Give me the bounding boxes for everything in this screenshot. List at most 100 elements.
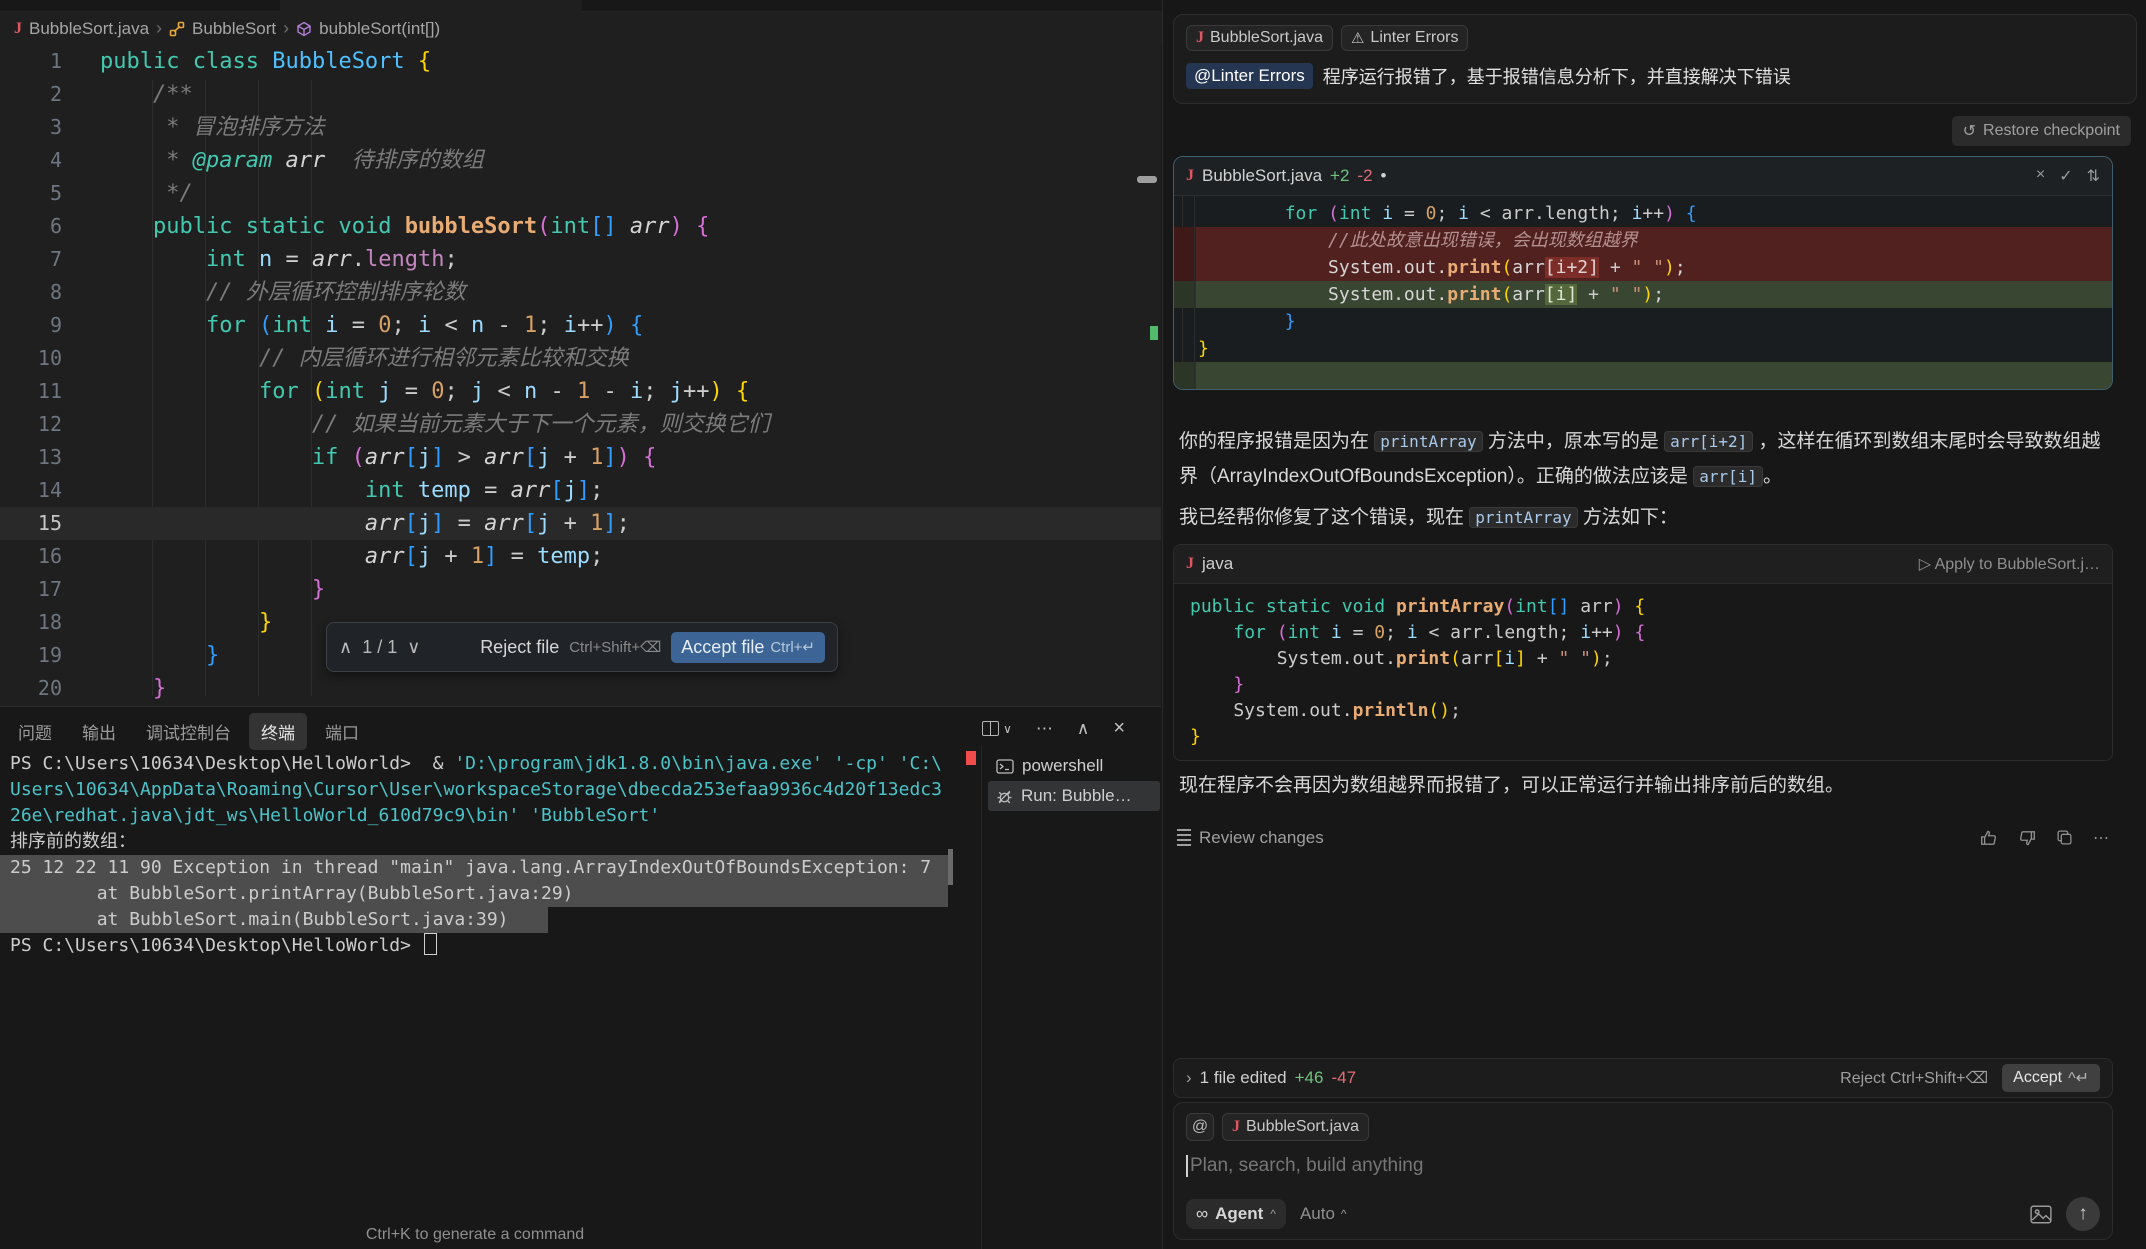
terminal-list[interactable]: powershell Run: Bubble… xyxy=(988,751,1160,811)
panel-tab-终端[interactable]: 终端 xyxy=(249,713,307,750)
linter-chip-label: Linter Errors xyxy=(1370,29,1458,47)
terminal-line[interactable]: 26e\redhat.java\jdt_ws\HelloWorld_610d79… xyxy=(0,803,958,829)
class-icon xyxy=(169,21,185,37)
code-editor[interactable]: 1public class BubbleSort {2 /**3 * 冒泡排序方… xyxy=(0,45,1161,706)
add-context-button[interactable]: @ xyxy=(1186,1113,1214,1141)
terminal-line[interactable]: 排序前的数组： xyxy=(0,829,958,855)
editor-line[interactable]: 10 // 内层循环进行相邻元素比较和交换 xyxy=(0,342,1161,375)
editor-line[interactable]: 3 * 冒泡排序方法 xyxy=(0,111,1161,144)
breadcrumb[interactable]: J BubbleSort.java › BubbleSort › bubbleS… xyxy=(0,12,1175,45)
breadcrumb-method[interactable]: bubbleSort(int[]) xyxy=(319,19,440,39)
agent-mode-selector[interactable]: ∞ Agent ^ xyxy=(1186,1199,1286,1229)
next-diff-icon[interactable]: ∨ xyxy=(407,637,420,658)
prev-diff-icon[interactable]: ∧ xyxy=(339,637,352,658)
chatcode-line: for (int i = 0; i < arr.length; i++) { xyxy=(1174,620,2112,646)
restore-checkpoint-button[interactable]: ↺ Restore checkpoint xyxy=(1952,116,2131,146)
editor-line[interactable]: 1public class BubbleSort { xyxy=(0,45,1161,78)
panel-tabs[interactable]: 问题输出调试控制台终端端口 xyxy=(6,713,371,750)
thumbs-down-icon[interactable] xyxy=(2018,829,2036,847)
context-file-label: BubbleSort.java xyxy=(1246,1118,1359,1136)
editor-line[interactable]: 14 int temp = arr[j]; xyxy=(0,474,1161,507)
composer-placeholder[interactable]: Plan, search, build anything xyxy=(1190,1155,1423,1177)
terminal-output[interactable]: PS C:\Users\10634\Desktop\HelloWorld> & … xyxy=(0,751,958,959)
scrollbar-thumb[interactable] xyxy=(1137,176,1157,183)
linter-errors-chip[interactable]: ⚠ Linter Errors xyxy=(1341,25,1468,51)
accept-all-button[interactable]: Accept ^↵ xyxy=(2002,1064,2100,1092)
breadcrumb-class[interactable]: BubbleSort xyxy=(192,19,276,39)
breadcrumb-file[interactable]: BubbleSort.java xyxy=(29,19,149,39)
editor-line[interactable]: 12 // 如果当前元素大于下一个元素，则交换它们 xyxy=(0,408,1161,441)
method-icon xyxy=(296,21,312,37)
editor-line[interactable]: 6 public static void bubbleSort(int[] ar… xyxy=(0,210,1161,243)
editor-line[interactable]: 16 arr[j + 1] = temp; xyxy=(0,540,1161,573)
send-button[interactable]: ↑ xyxy=(2066,1197,2100,1231)
code-card-lines: public static void printArray(int[] arr)… xyxy=(1174,584,2112,760)
accept-shortcut: Ctrl+↵ xyxy=(770,638,815,656)
accept-file-label: Accept file xyxy=(681,637,764,658)
attach-image-icon[interactable] xyxy=(2030,1205,2052,1224)
editor-line[interactable]: 15 arr[j] = arr[j + 1]; xyxy=(0,507,1161,540)
line-number: 8 xyxy=(0,276,62,309)
diff-card: J BubbleSort.java +2 -2 • × ✓ ⇅ for (int… xyxy=(1173,156,2113,390)
diff-line: } xyxy=(1174,308,2112,335)
editor-line[interactable]: 7 int n = arr.length; xyxy=(0,243,1161,276)
panel-tab-问题[interactable]: 问题 xyxy=(6,713,64,750)
terminal-item-run[interactable]: Run: Bubble… xyxy=(988,781,1160,811)
more-options-icon[interactable]: ⋯ xyxy=(2093,828,2109,848)
accept-file-button[interactable]: Accept file Ctrl+↵ xyxy=(671,632,825,663)
editor-line[interactable]: 5 */ xyxy=(0,177,1161,210)
panel-tab-端口[interactable]: 端口 xyxy=(313,713,371,750)
editor-line[interactable]: 2 /** xyxy=(0,78,1161,111)
editor-line[interactable]: 17 } xyxy=(0,573,1161,606)
review-changes-button[interactable]: Review changes xyxy=(1177,826,1324,849)
terminal-line[interactable]: at BubbleSort.main(BubbleSort.java:39) xyxy=(0,907,958,933)
terminal-line[interactable]: PS C:\Users\10634\Desktop\HelloWorld> xyxy=(0,933,958,959)
context-file-chip[interactable]: J BubbleSort.java xyxy=(1222,1113,1369,1141)
files-edited-bar: › 1 file edited +46 -47 Reject Ctrl+Shif… xyxy=(1173,1058,2113,1098)
editor-tab-strip[interactable] xyxy=(0,0,1161,12)
editor-line[interactable]: 20 } xyxy=(0,672,1161,705)
accept-shortcut: ^↵ xyxy=(2068,1068,2089,1088)
diff-line: System.out.print(arr[i] + " "); xyxy=(1174,281,2112,308)
reject-diff-icon[interactable]: × xyxy=(2036,166,2045,186)
expand-chevron-icon[interactable]: › xyxy=(1186,1068,1192,1088)
code-lines[interactable]: 1public class BubbleSort {2 /**3 * 冒泡排序方… xyxy=(0,45,1161,705)
java-file-icon: J xyxy=(1186,555,1194,573)
split-terminal-button[interactable]: ∨ xyxy=(982,721,1012,736)
terminal-scrollbar[interactable] xyxy=(948,849,953,885)
editor-line[interactable]: 9 for (int i = 0; i < n - 1; i++) { xyxy=(0,309,1161,342)
file-chip[interactable]: J BubbleSort.java xyxy=(1186,25,1333,51)
copy-icon[interactable] xyxy=(2056,829,2073,846)
review-changes-label: Review changes xyxy=(1199,828,1324,848)
chat-composer[interactable]: @ J BubbleSort.java Plan, search, build … xyxy=(1173,1102,2113,1240)
more-actions-icon[interactable]: ⋯ xyxy=(1036,719,1053,739)
editor-line[interactable]: 8 // 外层循环控制排序轮数 xyxy=(0,276,1161,309)
diff-card-header[interactable]: J BubbleSort.java +2 -2 • × ✓ ⇅ xyxy=(1174,157,2112,196)
editor-line[interactable]: 11 for (int j = 0; j < n - 1 - i; j++) { xyxy=(0,375,1161,408)
expand-diff-icon[interactable]: ⇅ xyxy=(2087,166,2100,186)
terminal-line[interactable]: Users\10634\AppData\Roaming\Cursor\User\… xyxy=(0,777,958,803)
panel-tab-调试控制台[interactable]: 调试控制台 xyxy=(134,713,243,750)
maximize-panel-icon[interactable]: ∧ xyxy=(1077,719,1089,739)
terminal-item-label: Run: Bubble… xyxy=(1021,786,1132,806)
accept-diff-icon[interactable]: ✓ xyxy=(2059,166,2072,186)
terminal-line[interactable]: at BubbleSort.printArray(BubbleSort.java… xyxy=(0,881,958,907)
app-window: J BubbleSort.java › BubbleSort › bubbleS… xyxy=(0,0,2146,1249)
mention-pill[interactable]: @Linter Errors xyxy=(1186,63,1313,89)
user-message[interactable]: J BubbleSort.java ⚠ Linter Errors @Linte… xyxy=(1173,14,2137,104)
reject-all-button[interactable]: Reject Ctrl+Shift+⌫ xyxy=(1840,1068,1988,1088)
editor-line[interactable]: 13 if (arr[j] > arr[j + 1]) { xyxy=(0,441,1161,474)
accept-label: Accept xyxy=(2013,1069,2062,1087)
model-selector[interactable]: Auto ^ xyxy=(1300,1204,1347,1224)
editor-line[interactable]: 4 * @param arr 待排序的数组 xyxy=(0,144,1161,177)
close-panel-icon[interactable]: × xyxy=(1113,717,1125,740)
terminal-item-powershell[interactable]: powershell xyxy=(988,751,1160,781)
apply-code-button[interactable]: ▷ Apply to BubbleSort.j… xyxy=(1919,554,2100,574)
terminal-line[interactable]: PS C:\Users\10634\Desktop\HelloWorld> & … xyxy=(0,751,958,777)
reject-file-button[interactable]: Reject file xyxy=(480,637,559,658)
panel-tab-输出[interactable]: 输出 xyxy=(70,713,128,750)
terminal-line[interactable]: 25 12 22 11 90 Exception in thread "main… xyxy=(0,855,958,881)
active-tab[interactable] xyxy=(280,0,582,12)
apply-label: Apply to BubbleSort.j… xyxy=(1935,556,2100,573)
thumbs-up-icon[interactable] xyxy=(1980,829,1998,847)
